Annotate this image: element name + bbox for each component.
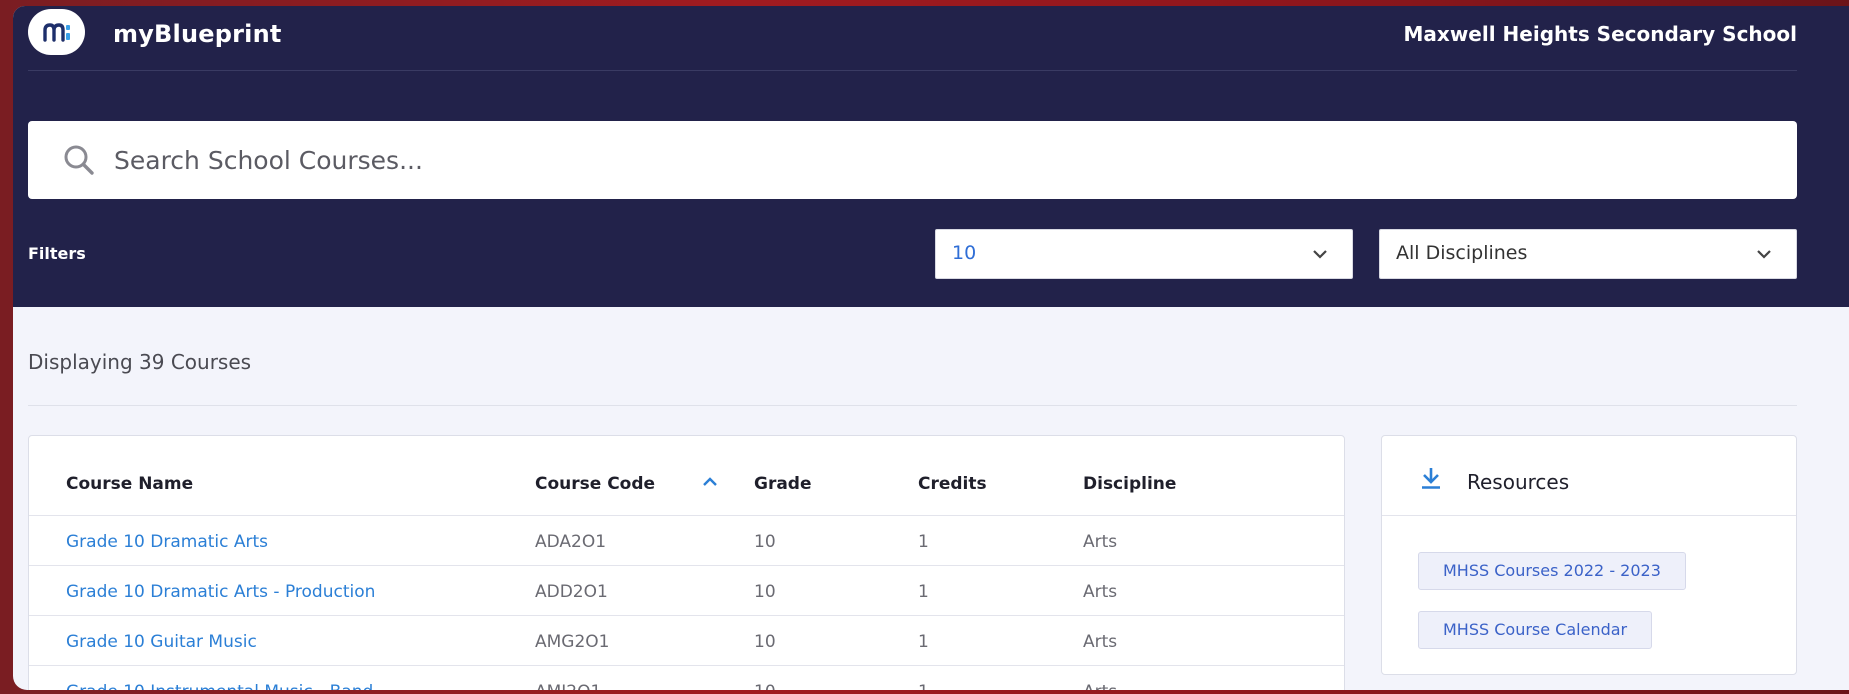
search-icon: [64, 145, 94, 175]
course-credits: 1: [918, 632, 929, 652]
table-row[interactable]: Grade 10 Guitar Music AMG2O1 10 1 Arts: [29, 616, 1344, 666]
download-icon: [1422, 468, 1440, 489]
course-credits: 1: [918, 532, 929, 552]
divider: [28, 405, 1797, 406]
courses-table: Course Name Course Code Grade Credits Di…: [28, 435, 1345, 690]
column-header-course-name[interactable]: Course Name: [66, 474, 193, 494]
course-discipline: Arts: [1083, 632, 1118, 652]
course-name-link[interactable]: Grade 10 Dramatic Arts: [66, 532, 268, 552]
myblueprint-logo-icon[interactable]: [28, 9, 85, 55]
column-header-credits[interactable]: Credits: [918, 474, 987, 494]
table-row[interactable]: Grade 10 Dramatic Arts ADA2O1 10 1 Arts: [29, 516, 1344, 566]
resource-link-courses-2022-2023[interactable]: MHSS Courses 2022 - 2023: [1418, 552, 1686, 590]
course-grade: 10: [754, 532, 776, 552]
course-name-link[interactable]: Grade 10 Dramatic Arts - Production: [66, 582, 375, 602]
resources-panel: Resources MHSS Courses 2022 - 2023 MHSS …: [1381, 435, 1797, 675]
course-name-link[interactable]: Grade 10 Instrumental Music - Band: [66, 682, 373, 690]
app-window: myBlueprint Maxwell Heights Secondary Sc…: [13, 6, 1849, 690]
resources-divider: [1382, 515, 1796, 516]
grade-filter-select[interactable]: 10: [935, 229, 1353, 279]
search-bar[interactable]: [28, 121, 1797, 199]
table-row[interactable]: Grade 10 Instrumental Music - Band AMI2O…: [29, 666, 1344, 690]
sort-ascending-icon[interactable]: [702, 476, 718, 488]
header-band: myBlueprint Maxwell Heights Secondary Sc…: [13, 6, 1849, 307]
course-count: Displaying 39 Courses: [28, 350, 252, 374]
chevron-down-icon: [1757, 250, 1771, 259]
resource-link-course-calendar[interactable]: MHSS Course Calendar: [1418, 611, 1653, 649]
discipline-filter-select[interactable]: All Disciplines: [1379, 229, 1797, 279]
column-header-grade[interactable]: Grade: [754, 474, 812, 494]
resources-title: Resources: [1467, 470, 1570, 494]
course-name-link[interactable]: Grade 10 Guitar Music: [66, 632, 257, 652]
course-discipline: Arts: [1083, 682, 1117, 690]
course-code: AMG2O1: [535, 632, 610, 652]
column-header-discipline[interactable]: Discipline: [1083, 474, 1176, 494]
course-credits: 1: [918, 682, 929, 690]
course-discipline: Arts: [1083, 532, 1118, 552]
course-grade: 10: [754, 632, 776, 652]
course-code: AMI2O1: [535, 682, 601, 690]
course-discipline: Arts: [1083, 582, 1118, 602]
table-row[interactable]: Grade 10 Dramatic Arts - Production ADD2…: [29, 566, 1344, 616]
course-grade: 10: [754, 582, 776, 602]
brand-name[interactable]: myBlueprint: [113, 20, 282, 48]
discipline-filter-value: All Disciplines: [1396, 242, 1528, 264]
filters-label: Filters: [28, 244, 86, 263]
course-credits: 1: [918, 582, 929, 602]
chevron-down-icon: [1313, 250, 1327, 259]
search-input[interactable]: [114, 145, 1714, 175]
course-grade: 10: [754, 682, 776, 690]
course-code: ADD2O1: [535, 582, 608, 602]
top-bar: myBlueprint Maxwell Heights Secondary Sc…: [28, 6, 1797, 71]
school-name: Maxwell Heights Secondary School: [1403, 22, 1797, 46]
course-code: ADA2O1: [535, 532, 607, 552]
grade-filter-value: 10: [952, 242, 977, 264]
column-header-course-code[interactable]: Course Code: [535, 474, 655, 494]
